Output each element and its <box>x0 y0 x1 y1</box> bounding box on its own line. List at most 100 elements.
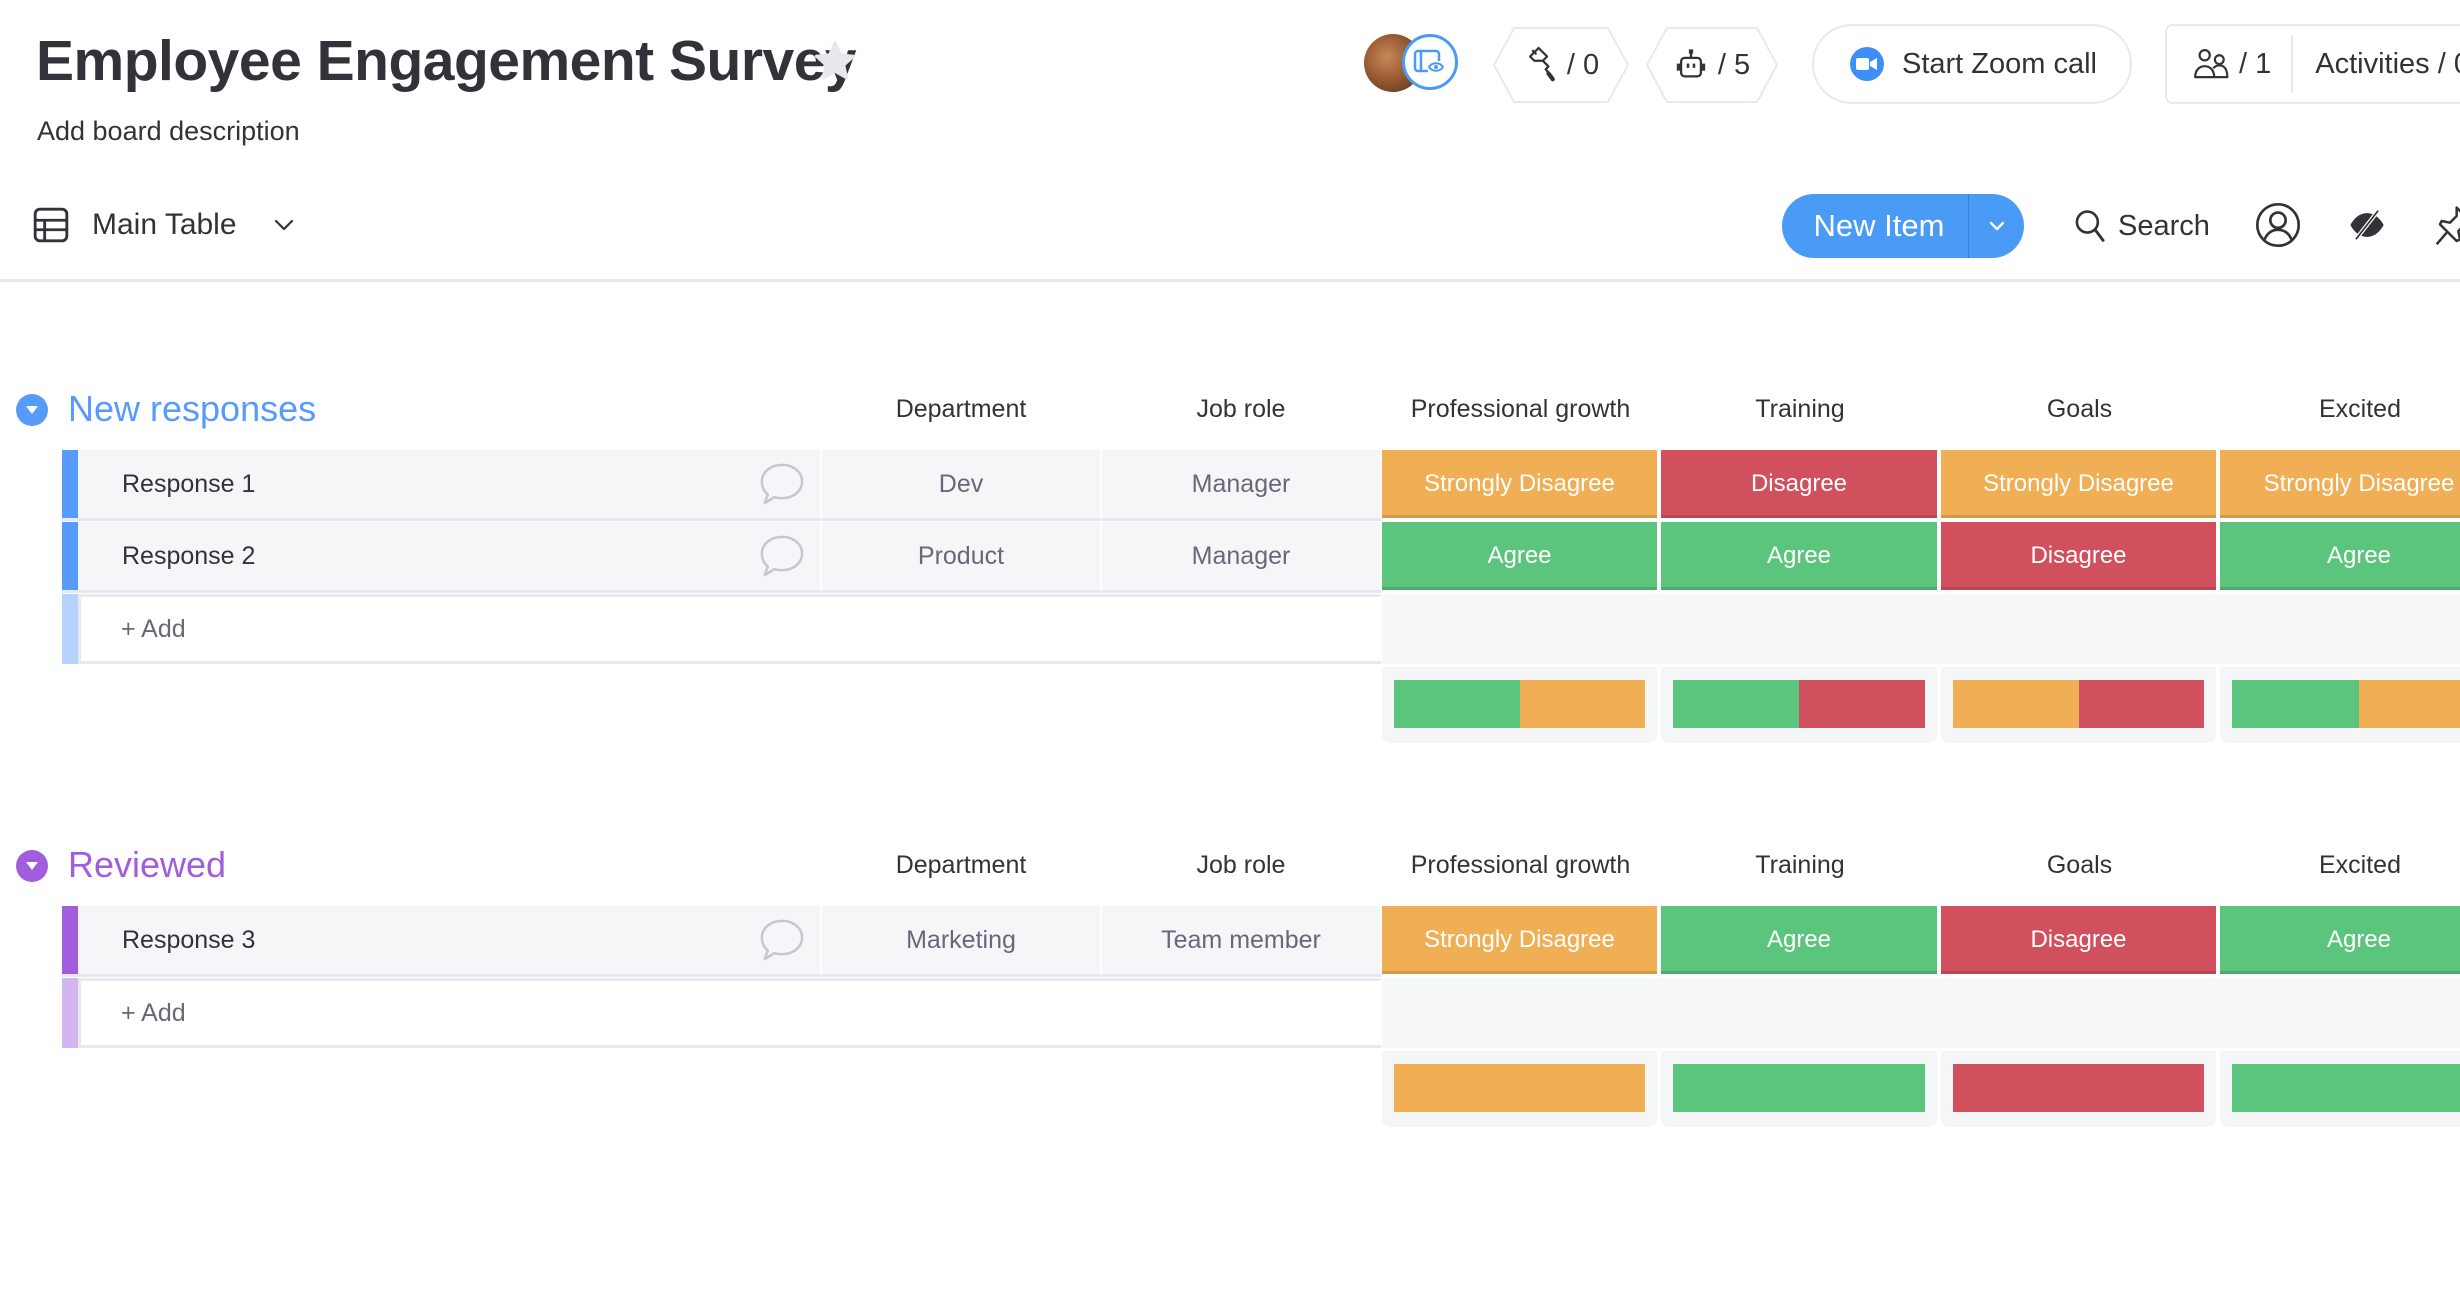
status-label: Strongly Disagree <box>1424 926 1615 953</box>
robot-icon <box>1676 49 1706 78</box>
status-cell[interactable]: Strongly Disagree <box>1382 450 1657 518</box>
status-cell[interactable]: Disagree <box>1941 906 2216 974</box>
status-distribution-segment <box>1953 1064 2204 1112</box>
column-header[interactable]: Goals <box>1941 851 2218 880</box>
group-color-strip <box>62 906 78 974</box>
job-role-cell[interactable]: Manager <box>1102 522 1380 590</box>
status-cell[interactable]: Agree <box>2220 522 2460 590</box>
status-summary-cell[interactable] <box>1941 667 2216 743</box>
item-name[interactable]: Response 2 <box>122 542 255 571</box>
column-header[interactable]: Job role <box>1102 395 1380 424</box>
status-cell[interactable]: Strongly Disagree <box>2220 450 2460 518</box>
view-tab-label: Main Table <box>92 208 237 241</box>
status-summary-cell[interactable] <box>1941 1051 2216 1127</box>
search-button[interactable]: Search <box>2074 200 2210 252</box>
status-label: Disagree <box>1750 470 1848 497</box>
members-activities-box: / 1 Activities / 0 <box>2165 24 2460 104</box>
status-cell[interactable]: Agree <box>1661 906 1937 974</box>
add-update-button[interactable] <box>742 522 822 590</box>
table-row[interactable]: Response 3 Marketing Team member Strongly D… <box>62 906 2460 974</box>
status-cell[interactable]: Strongly Disagree <box>1941 450 2216 518</box>
new-item-button-group: New Item <box>1782 194 2024 258</box>
add-item-input[interactable]: + Add <box>78 978 1381 1048</box>
status-cell[interactable]: Strongly Disagree <box>1382 906 1657 974</box>
start-zoom-call-button[interactable]: Start Zoom call <box>1812 24 2132 104</box>
integrations-button[interactable]: / 0 <box>1492 26 1630 104</box>
board-subscribers-button[interactable] <box>1402 34 1458 90</box>
status-distribution-bar <box>1394 1064 1645 1112</box>
table-row[interactable]: Response 2 Product Manager Agree Agree Disagr… <box>62 522 2460 590</box>
column-header[interactable]: Department <box>822 395 1100 424</box>
view-tab-main-table[interactable]: Main Table <box>32 200 295 250</box>
column-header[interactable]: Training <box>1661 395 1939 424</box>
pin-icon[interactable] <box>2435 204 2460 248</box>
department-cell[interactable]: Marketing <box>822 906 1100 974</box>
new-item-button[interactable]: New Item <box>1782 208 1968 244</box>
add-update-button[interactable] <box>742 906 822 974</box>
department-cell[interactable]: Dev <box>822 450 1100 518</box>
status-summary-cell[interactable] <box>2220 667 2460 743</box>
status-label: Strongly Disagree <box>1424 470 1615 497</box>
item-name[interactable]: Response 1 <box>122 470 255 499</box>
add-row-empty <box>1382 594 2460 664</box>
members-button[interactable]: / 1 <box>2167 26 2291 102</box>
status-summary-cell[interactable] <box>1661 1051 1937 1127</box>
chevron-down-icon[interactable] <box>273 218 295 232</box>
status-label: Strongly Disagree <box>2263 470 2455 497</box>
column-header[interactable]: Professional growth <box>1382 395 1659 424</box>
department-cell[interactable]: Product <box>822 522 1100 590</box>
row-divider <box>62 590 1382 593</box>
group-collapse-toggle[interactable] <box>16 850 48 882</box>
table-row[interactable]: Response 1 Dev Manager Strongly Disagree Dis… <box>62 450 2460 518</box>
star-icon[interactable] <box>812 38 858 84</box>
status-summary-cell[interactable] <box>1382 667 1657 743</box>
activities-button[interactable]: Activities / 0 <box>2293 48 2460 81</box>
zoom-video-icon <box>1850 47 1884 81</box>
status-summary-cell[interactable] <box>2220 1051 2460 1127</box>
status-cell[interactable]: Agree <box>1382 522 1657 590</box>
comment-bubble-icon <box>760 535 804 577</box>
status-distribution-segment <box>1519 680 1645 728</box>
status-summary-cell[interactable] <box>1382 1051 1657 1127</box>
column-header[interactable]: Professional growth <box>1382 851 1659 880</box>
item-name[interactable]: Response 3 <box>122 926 255 955</box>
status-cell[interactable]: Disagree <box>1661 450 1937 518</box>
status-label: Agree <box>2326 542 2392 569</box>
search-icon <box>2075 210 2105 242</box>
group-title[interactable]: New responses <box>68 388 316 430</box>
person-filter-icon[interactable] <box>2255 202 2301 248</box>
group-title[interactable]: Reviewed <box>68 844 226 886</box>
column-header[interactable]: Goals <box>1941 395 2218 424</box>
item-name-cell[interactable]: Response 3 <box>78 906 820 974</box>
status-summary-cell[interactable] <box>1661 667 1937 743</box>
column-header[interactable]: Training <box>1661 851 1939 880</box>
status-label: Agree <box>2326 926 2392 953</box>
item-name-cell[interactable]: Response 1 <box>78 450 820 518</box>
status-distribution-segment <box>1394 680 1520 728</box>
job-role-cell[interactable]: Team member <box>1102 906 1380 974</box>
hide-eye-icon[interactable] <box>2348 206 2386 244</box>
column-header[interactable]: Job role <box>1102 851 1380 880</box>
comment-bubble-icon <box>760 919 804 961</box>
item-name-cell[interactable]: Response 2 <box>78 522 820 590</box>
status-cell[interactable]: Agree <box>1661 522 1937 590</box>
status-cell[interactable]: Agree <box>2220 906 2460 974</box>
column-header[interactable]: Excited <box>2220 395 2460 424</box>
job-role-cell[interactable]: Manager <box>1102 450 1380 518</box>
automations-button[interactable]: / 5 <box>1645 26 1779 104</box>
status-distribution-bar <box>1953 1064 2204 1112</box>
status-distribution-segment <box>1673 1064 1925 1112</box>
board-description[interactable]: Add board description <box>37 116 300 147</box>
status-cell[interactable]: Disagree <box>1941 522 2216 590</box>
column-header[interactable]: Department <box>822 851 1100 880</box>
add-update-button[interactable] <box>742 450 822 518</box>
toolbar-divider <box>0 279 2460 282</box>
status-distribution-segment <box>1953 680 2079 728</box>
comment-bubble-icon <box>760 463 804 505</box>
column-header[interactable]: Excited <box>2220 851 2460 880</box>
add-item-input[interactable]: + Add <box>78 594 1381 664</box>
group-collapse-toggle[interactable] <box>16 394 48 426</box>
new-item-dropdown-button[interactable] <box>1969 220 2024 232</box>
table-icon <box>33 207 69 243</box>
board-title[interactable]: Employee Engagement Survey <box>36 28 857 94</box>
